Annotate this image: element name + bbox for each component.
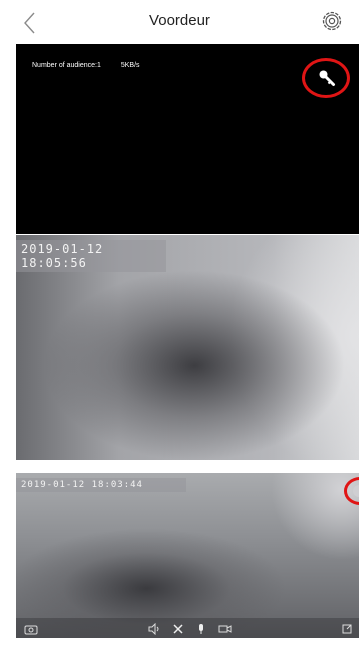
record-button[interactable]	[344, 477, 359, 505]
settings-button[interactable]	[319, 8, 345, 34]
top-bar: Voordeur	[0, 0, 359, 44]
speaker-button[interactable]	[148, 623, 160, 635]
fullscreen-button[interactable]	[341, 623, 353, 635]
record-icon	[353, 485, 359, 497]
snapshot-image[interactable]: 2019-01-12 18:05:56	[16, 235, 359, 460]
hang-up-icon	[173, 624, 183, 634]
key-icon	[319, 70, 335, 86]
video-timestamp: 2019-01-12 18:03:44	[16, 478, 186, 492]
live-video-view[interactable]: Number of audience:1 5KB/s	[16, 44, 359, 234]
record-video-button[interactable]	[218, 623, 232, 635]
record-video-icon	[218, 625, 232, 633]
hang-up-button[interactable]	[172, 623, 184, 635]
microphone-icon	[199, 624, 203, 634]
video-player[interactable]: 2019-01-12 18:03:44	[16, 473, 359, 638]
snapshot-timestamp: 2019-01-12 18:05:56	[16, 240, 166, 272]
fullscreen-icon	[342, 624, 352, 634]
gear-icon	[322, 11, 342, 31]
bitrate: 5KB/s	[120, 62, 140, 69]
speaker-icon	[148, 623, 159, 635]
page-title: Voordeur	[149, 12, 210, 29]
stream-stats: Number of audience:1 5KB/s	[32, 62, 140, 69]
camera-icon	[24, 625, 38, 635]
microphone-button[interactable]	[195, 623, 207, 635]
camera-button[interactable]	[24, 623, 38, 635]
audience-count: Number of audience:1	[32, 62, 101, 69]
video-toolbar	[16, 618, 359, 638]
unlock-button[interactable]	[302, 58, 350, 98]
